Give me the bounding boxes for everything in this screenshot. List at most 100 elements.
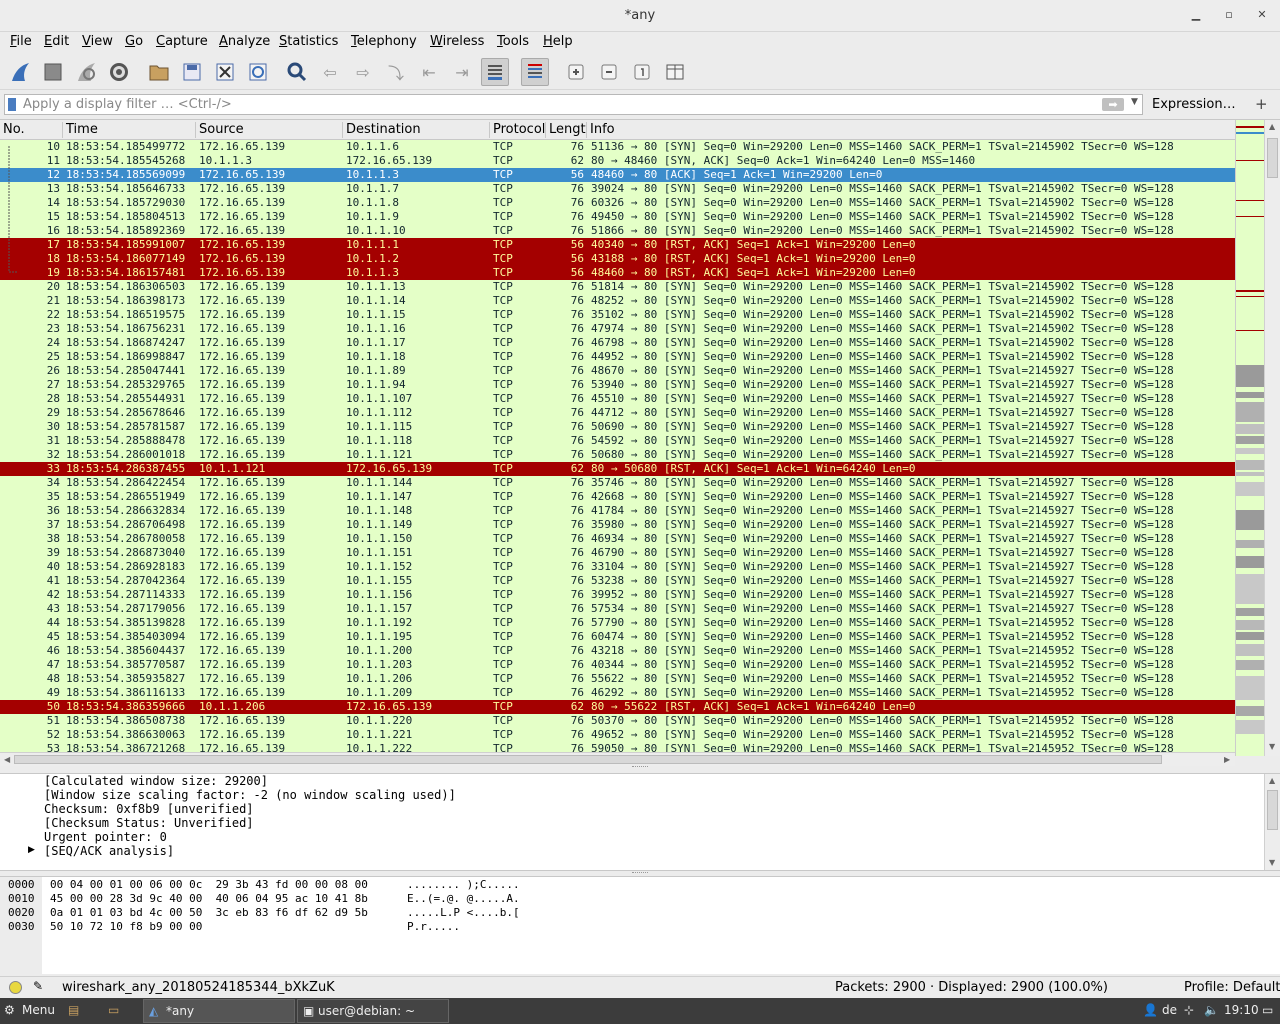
task-terminal[interactable]: ▣ user@debian: ~ [297,999,449,1023]
byte-ascii[interactable]: P.r..... [407,920,460,933]
menu-file[interactable]: File [10,34,32,49]
save-icon[interactable] [178,58,206,86]
expression-button[interactable]: Expression… [1152,97,1236,112]
packet-row[interactable]: 22 18:53:54.186519575 172.16.65.139 10.1.1.… [0,308,1235,322]
scroll-up-icon[interactable]: ▲ [1269,776,1275,785]
packet-row[interactable]: 41 18:53:54.287042364 172.16.65.139 10.1.1.… [0,574,1235,588]
gear-icon[interactable]: ⚙ [4,1003,15,1017]
file-manager-icon[interactable]: ▤ [68,1003,79,1017]
autoscroll-icon[interactable] [481,58,509,86]
task-wireshark[interactable]: ◭ *any [143,999,295,1023]
zoom-out-icon[interactable] [595,58,623,86]
byte-hex[interactable]: 50 10 72 10 f8 b9 00 00 [50,920,202,933]
close-icon[interactable]: ✕ [1252,8,1272,21]
packet-row[interactable]: 45 18:53:54.385403094 172.16.65.139 10.1.1.… [0,630,1235,644]
menu-capture[interactable]: Capture [156,34,208,49]
packet-row[interactable]: 25 18:53:54.186998847 172.16.65.139 10.1.1.… [0,350,1235,364]
detail-line-seq-ack[interactable]: [SEQ/ACK analysis] [44,844,174,858]
packet-row[interactable]: 46 18:53:54.385604437 172.16.65.139 10.1.1.… [0,644,1235,658]
menu-telephony[interactable]: Telephony [351,34,417,49]
stop-icon[interactable] [39,58,67,86]
menu-tools[interactable]: Tools [497,34,529,49]
display-filter-input[interactable] [4,94,1143,115]
column-header-destination[interactable]: Destination [342,122,490,138]
byte-ascii[interactable]: .....L.P <....b.[ [407,906,520,919]
packet-row[interactable]: 20 18:53:54.186306503 172.16.65.139 10.1.1.… [0,280,1235,294]
packet-row[interactable]: 12 18:53:54.185569099 172.16.65.139 10.1.1.… [0,168,1235,182]
keyboard-layout[interactable]: de [1162,1003,1177,1017]
normal-size-icon[interactable] [628,58,656,86]
packet-row[interactable]: 13 18:53:54.185646733 172.16.65.139 10.1.1.… [0,182,1235,196]
expand-triangle-icon[interactable]: ▶ [28,845,35,855]
colorize-icon[interactable] [521,58,549,86]
go-to-packet-icon[interactable]: ⤵ [382,58,410,86]
packet-row[interactable]: 49 18:53:54.386116133 172.16.65.139 10.1.1.… [0,686,1235,700]
start-menu-button[interactable]: Menu [22,1003,55,1017]
byte-hex[interactable]: 0a 01 01 03 bd 4c 00 50 3c eb 83 f6 df 6… [50,906,368,919]
packet-row[interactable]: 11 18:53:54.185545268 10.1.1.3 172.16.65.13… [0,154,1235,168]
packet-row[interactable]: 10 18:53:54.185499772 172.16.65.139 10.1.1.… [0,140,1235,154]
packet-row[interactable]: 43 18:53:54.287179056 172.16.65.139 10.1.1.… [0,602,1235,616]
add-filter-button[interactable]: + [1255,95,1268,113]
packet-row[interactable]: 31 18:53:54.285888478 172.16.65.139 10.1.1.… [0,434,1235,448]
resize-columns-icon[interactable] [661,58,689,86]
packet-row[interactable]: 24 18:53:54.186874247 172.16.65.139 10.1.1.… [0,336,1235,350]
packet-row[interactable]: 38 18:53:54.286780058 172.16.65.139 10.1.1.… [0,532,1235,546]
column-header-time[interactable]: Time [62,122,196,138]
minimize-icon[interactable]: ▁ [1186,8,1206,21]
network-icon[interactable]: ⊹ [1184,1003,1194,1017]
restart-icon[interactable] [72,58,100,86]
packet-row[interactable]: 14 18:53:54.185729030 172.16.65.139 10.1.1.… [0,196,1235,210]
packet-row[interactable]: 19 18:53:54.186157481 172.16.65.139 10.1.1.… [0,266,1235,280]
profile-status[interactable]: Profile: Default [1184,980,1280,995]
menu-edit[interactable]: Edit [44,34,69,49]
byte-ascii[interactable]: ........ );C..... [407,878,520,891]
packet-row[interactable]: 23 18:53:54.186756231 172.16.65.139 10.1.1.… [0,322,1235,336]
packet-row[interactable]: 50 18:53:54.386359666 10.1.1.206 172.16.65.… [0,700,1235,714]
packet-row[interactable]: 42 18:53:54.287114333 172.16.65.139 10.1.1.… [0,588,1235,602]
byte-ascii[interactable]: E..(=.@. @.....A. [407,892,520,905]
packet-minimap[interactable] [1235,120,1264,756]
close-file-icon[interactable] [211,58,239,86]
column-header-protocol[interactable]: Protocol [489,122,546,138]
shark-fin-start-icon[interactable] [6,58,34,86]
scroll-up-icon[interactable]: ▲ [1269,122,1275,131]
packet-row[interactable]: 35 18:53:54.286551949 172.16.65.139 10.1.1.… [0,490,1235,504]
menu-wireless[interactable]: Wireless [430,34,484,49]
edit-comment-icon[interactable]: ✎ [33,979,43,993]
first-packet-icon[interactable]: ⇤ [415,58,443,86]
packet-row[interactable]: 39 18:53:54.286873040 172.16.65.139 10.1.1.… [0,546,1235,560]
packet-row[interactable]: 26 18:53:54.285047441 172.16.65.139 10.1.1.… [0,364,1235,378]
detail-line[interactable]: Checksum: 0xf8b9 [unverified] [44,802,254,816]
go-back-icon[interactable]: ⇦ [316,58,344,86]
detail-line[interactable]: Urgent pointer: 0 [44,830,167,844]
packet-row[interactable]: 32 18:53:54.286001018 172.16.65.139 10.1.1.… [0,448,1235,462]
volume-icon[interactable]: 🔈 [1204,1003,1219,1017]
column-header-info[interactable]: Info [586,122,1235,138]
hscroll-thumb[interactable] [14,755,1162,764]
user-icon[interactable]: 👤 [1143,1003,1158,1017]
packet-row[interactable]: 33 18:53:54.286387455 10.1.1.121 172.16.65.… [0,462,1235,476]
zoom-in-icon[interactable] [562,58,590,86]
packet-row[interactable]: 37 18:53:54.286706498 172.16.65.139 10.1.1.… [0,518,1235,532]
capture-options-icon[interactable] [105,58,133,86]
scroll-down-icon[interactable]: ▼ [1269,858,1275,867]
find-icon[interactable] [283,58,311,86]
packet-row[interactable]: 48 18:53:54.385935827 172.16.65.139 10.1.1.… [0,672,1235,686]
packet-row[interactable]: 17 18:53:54.185991007 172.16.65.139 10.1.1.… [0,238,1235,252]
menu-view[interactable]: View [82,34,113,49]
packet-list-horizontal-scrollbar[interactable]: ◀ ▶ [0,752,1235,766]
details-vertical-scrollbar[interactable]: ▲ ▼ [1264,774,1280,870]
show-desktop-icon[interactable]: ▭ [1262,1003,1273,1017]
packet-row[interactable]: 44 18:53:54.385139828 172.16.65.139 10.1.1.… [0,616,1235,630]
last-packet-icon[interactable]: ⇥ [448,58,476,86]
packet-row[interactable]: 28 18:53:54.285544931 172.16.65.139 10.1.1.… [0,392,1235,406]
packet-row[interactable]: 40 18:53:54.286928183 172.16.65.139 10.1.1.… [0,560,1235,574]
pane-splitter[interactable] [632,766,648,770]
scroll-right-icon[interactable]: ▶ [1224,755,1230,764]
bookmark-icon[interactable] [8,98,16,111]
scrollbar-thumb[interactable] [1267,138,1278,178]
packet-row[interactable]: 21 18:53:54.186398173 172.16.65.139 10.1.1.… [0,294,1235,308]
scroll-down-icon[interactable]: ▼ [1269,742,1275,751]
menu-help[interactable]: Help [543,34,573,49]
